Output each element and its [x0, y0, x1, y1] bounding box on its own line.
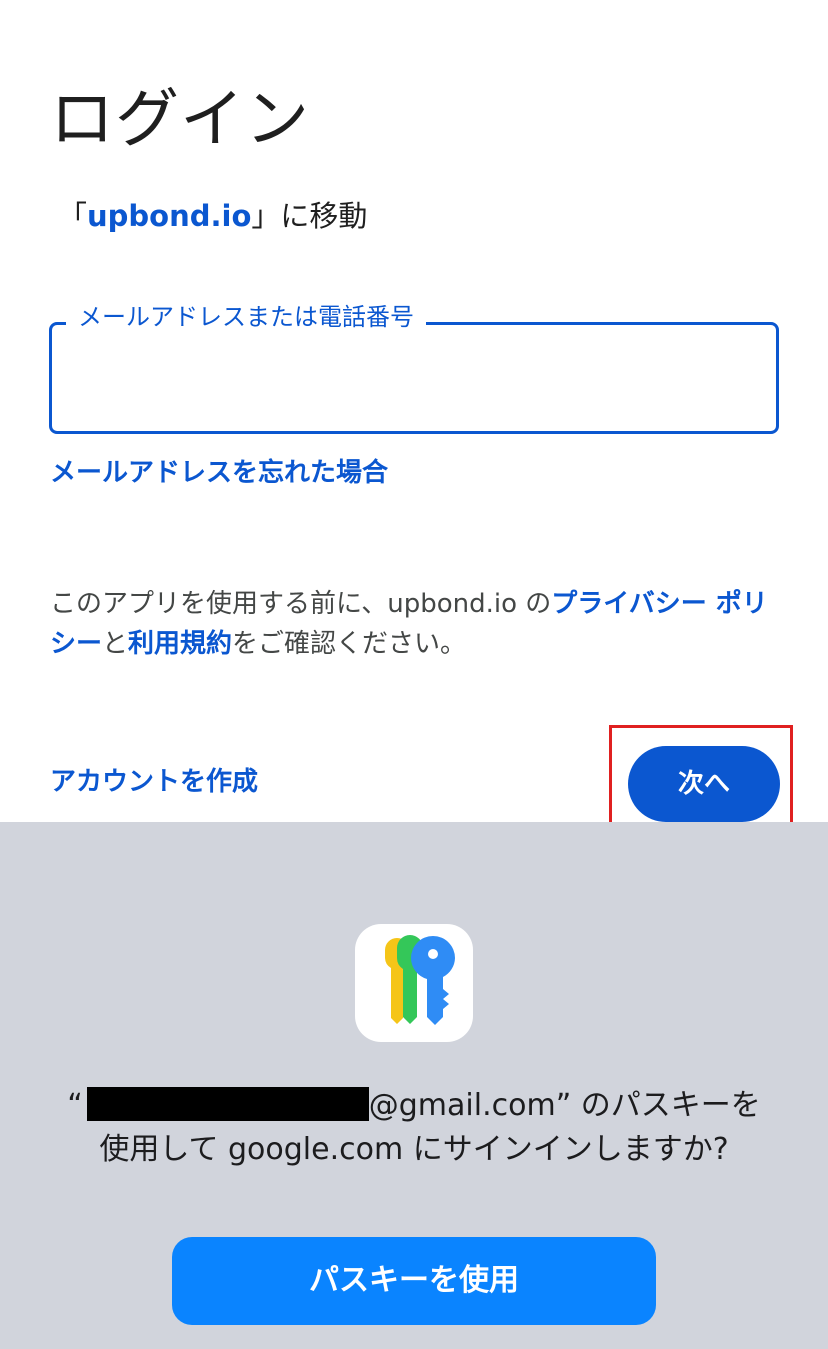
terms-link[interactable]: 利用規約: [128, 629, 232, 659]
create-account-link[interactable]: アカウントを作成: [50, 765, 258, 799]
prompt-line-2: 使用して google.com にサインインしますか?: [99, 1132, 729, 1167]
redacted-email-block: [86, 1087, 369, 1121]
prompt-line-1-rest: ” のパスキーを: [555, 1088, 761, 1123]
goto-suffix: 」に移動: [251, 199, 368, 233]
prompt-line-1: “ @gmail.com” のパスキーを: [40, 1084, 788, 1128]
login-page: ログイン 「upbond.io」に移動 メールアドレスまたは電話番号 メールアド…: [0, 0, 828, 839]
email-field-label: メールアドレスまたは電話番号: [66, 302, 426, 332]
destination-domain[interactable]: upbond.io: [87, 199, 251, 233]
forgot-email-link[interactable]: メールアドレスを忘れた場合: [50, 456, 388, 490]
goto-open-bracket: 「: [58, 199, 88, 233]
passkey-sheet: “ @gmail.com” のパスキーを 使用して google.com にサイン…: [0, 822, 828, 1349]
destination-text: 「upbond.io」に移動: [58, 196, 367, 236]
email-field[interactable]: [49, 322, 779, 434]
notice-text-1: このアプリを使用する前に、upbond.io の: [50, 589, 552, 619]
email-input[interactable]: [68, 345, 758, 409]
notice-text-2: と: [102, 629, 129, 659]
passkey-prompt: “ @gmail.com” のパスキーを 使用して google.com にサイン…: [40, 1084, 788, 1172]
passwords-app-icon: [355, 924, 473, 1042]
keys-icon: [385, 935, 455, 1025]
prompt-email-suffix: @gmail.com: [368, 1088, 556, 1123]
page-title: ログイン: [50, 83, 310, 157]
use-passkey-button[interactable]: パスキーを使用: [172, 1237, 656, 1325]
privacy-notice: このアプリを使用する前に、upbond.io のプライバシー ポリシーと利用規約…: [50, 584, 780, 664]
notice-text-3: をご確認ください。: [232, 629, 467, 659]
prompt-open-quote: “: [67, 1088, 83, 1123]
